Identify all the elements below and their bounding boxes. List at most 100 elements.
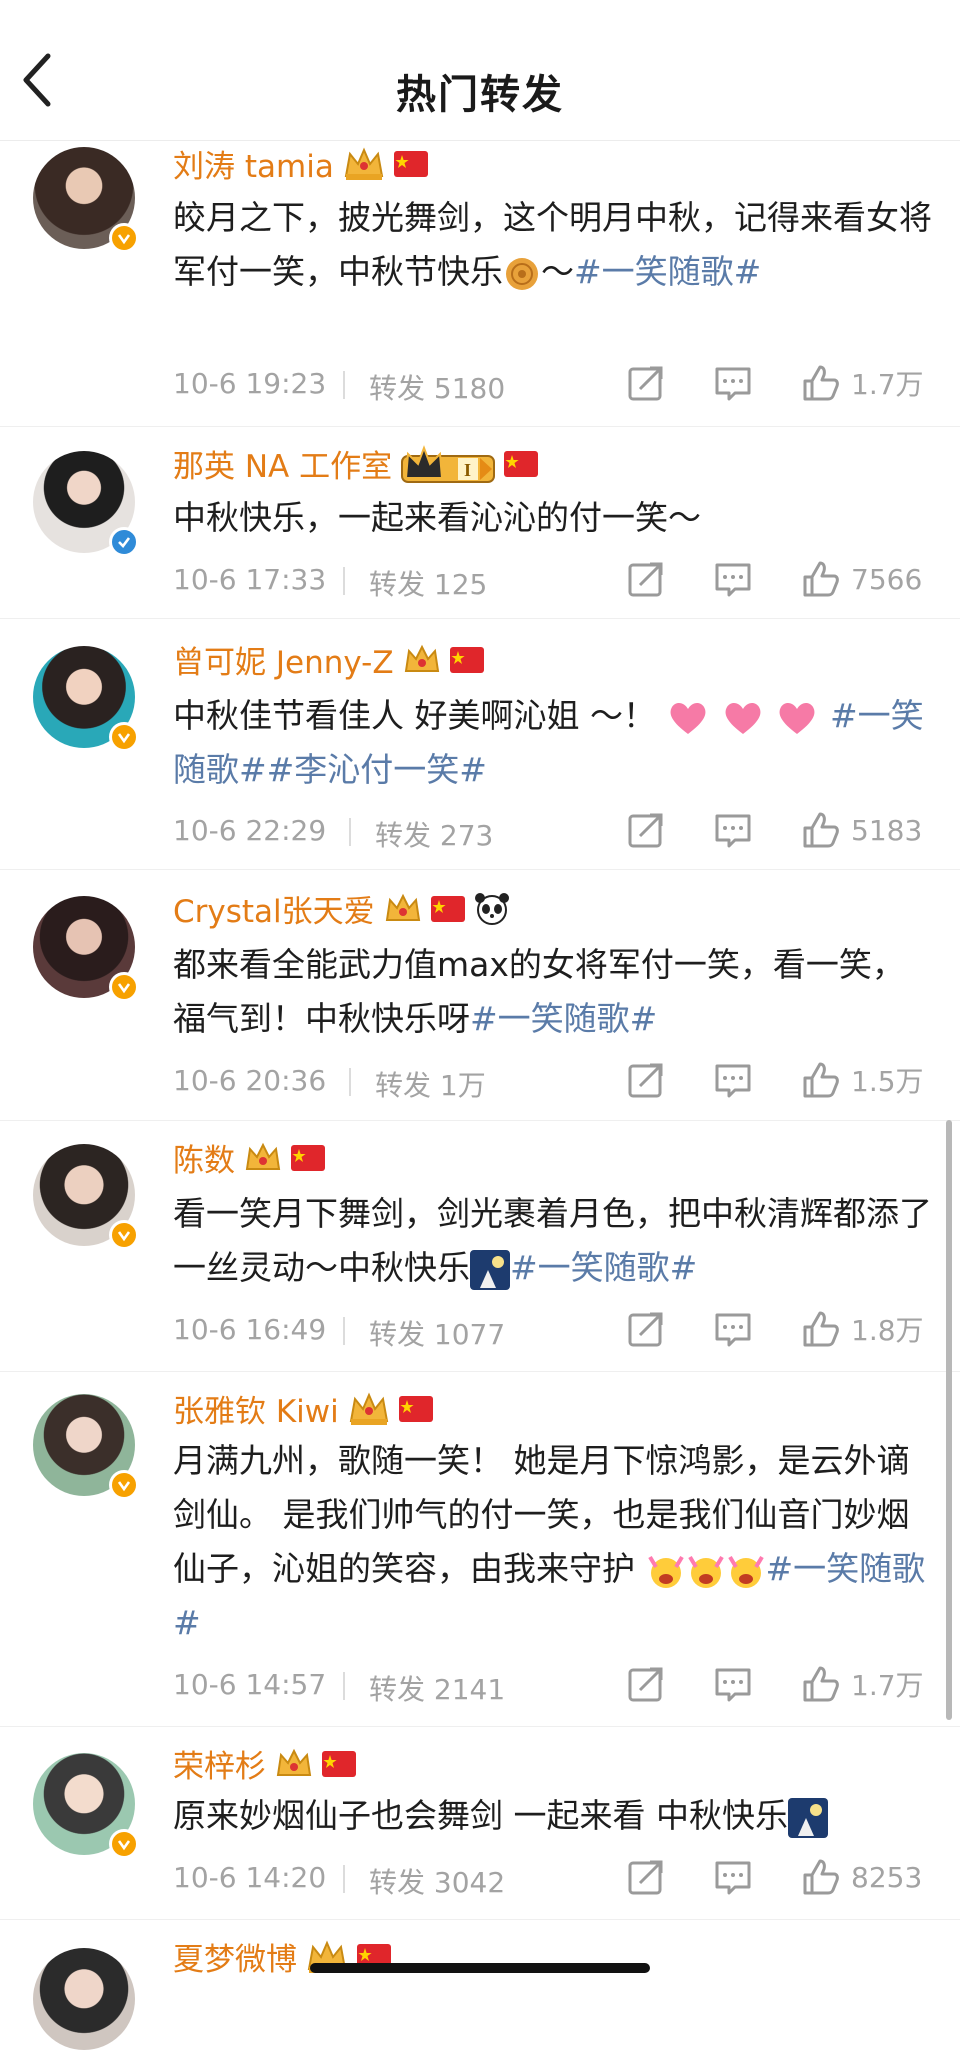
post-text: 原来妙烟仙子也会舞剑 一起来看 中秋快乐 xyxy=(173,1789,933,1843)
thumbs-up-icon xyxy=(803,561,839,597)
cheering-emoji-icon xyxy=(687,1555,724,1588)
username[interactable]: 曾可妮 Jenny-Z xyxy=(173,637,394,682)
avatar[interactable] xyxy=(33,1394,139,1500)
crown-badge-icon xyxy=(404,644,439,672)
post-meta: 10-6 20:36 转发 1万 1.5万 xyxy=(173,1058,933,1102)
hashtag-link[interactable]: #一笑随歌# xyxy=(510,1248,697,1287)
divider xyxy=(349,818,351,846)
avatar[interactable] xyxy=(33,646,139,752)
like-button[interactable]: 1.5万 xyxy=(801,1058,924,1102)
avatar[interactable] xyxy=(33,451,139,557)
repost-item[interactable]: 夏梦微博 xyxy=(0,1920,960,2050)
share-icon[interactable] xyxy=(626,1664,666,1704)
like-button[interactable]: 1.7万 xyxy=(801,1662,924,1706)
post-text: 皎月之下，披光舞剑，这个明月中秋，记得来看女将军付一笑，中秋节快乐 ～#一笑随歌# xyxy=(173,198,932,291)
hashtag-link[interactable]: #一笑随歌# xyxy=(574,252,761,291)
like-button[interactable]: 1.8万 xyxy=(801,1307,924,1351)
hashtag-link[interactable]: #一笑随歌# xyxy=(470,999,657,1038)
avatar[interactable] xyxy=(33,1144,139,1250)
verified-badge-icon xyxy=(109,1829,139,1859)
like-count: 1.5万 xyxy=(851,1065,924,1098)
like-button[interactable]: 7566 xyxy=(801,557,922,601)
china-flag-icon xyxy=(393,150,428,177)
share-icon[interactable] xyxy=(626,363,666,403)
crown-badge-icon xyxy=(245,1142,281,1170)
post-meta: 10-6 17:33 转发 125 7566 xyxy=(173,557,933,601)
home-indicator[interactable] xyxy=(310,1963,650,1973)
repost-item[interactable]: 曾可妮 Jenny-Z 中秋佳节看佳人 好美啊沁姐 ～！ #一笑随歌##李沁付一… xyxy=(0,619,960,870)
divider xyxy=(349,1068,351,1096)
like-button[interactable]: 1.7万 xyxy=(801,361,924,405)
repost-item[interactable]: 刘涛 tamia 皎月之下，披光舞剑，这个明月中秋，记得来看女将军付一笑，中秋节… xyxy=(0,141,960,427)
repost-item[interactable]: 那英 NA 工作室 I 中秋快乐，一起来看沁沁的付一笑～ 10-6 17:33 … xyxy=(0,427,960,619)
like-button[interactable]: 5183 xyxy=(801,808,922,852)
username[interactable]: 荣梓杉 xyxy=(173,1741,266,1786)
post-time: 10-6 17:33 xyxy=(173,563,327,596)
thumbs-up-icon xyxy=(803,812,839,848)
thumbs-up-icon xyxy=(803,1859,839,1895)
avatar[interactable] xyxy=(33,1753,139,1859)
username[interactable]: 张雅钦 Kiwi xyxy=(173,1386,339,1431)
comment-icon[interactable] xyxy=(713,559,753,599)
post-text: 中秋佳节看佳人 好美啊沁姐 ～！ #一笑随歌##李沁付一笑# xyxy=(173,696,924,789)
divider xyxy=(343,1672,345,1700)
avatar[interactable] xyxy=(33,147,139,253)
share-icon[interactable] xyxy=(626,1060,666,1100)
top-nav-bar: 热门转发 xyxy=(0,0,960,141)
avatar[interactable] xyxy=(33,1948,135,2050)
post-time: 10-6 14:57 xyxy=(173,1668,327,1701)
post-text: 中秋快乐，一起来看沁沁的付一笑～ xyxy=(173,498,701,537)
divider xyxy=(343,371,345,399)
share-icon[interactable] xyxy=(626,1309,666,1349)
cheering-emoji-icon xyxy=(727,1555,764,1588)
comment-icon[interactable] xyxy=(713,1857,753,1897)
verified-badge-icon xyxy=(109,527,139,557)
username[interactable]: 夏梦微博 xyxy=(173,1934,297,1979)
verified-badge-icon xyxy=(109,223,139,253)
post-meta: 10-6 14:57 转发 2141 1.7万 xyxy=(173,1662,933,1706)
repost-item[interactable]: 张雅钦 Kiwi 月满九州，歌随一笑！ 她是月下惊鸿影，是云外谪剑仙。 是我们帅… xyxy=(0,1372,960,1727)
comment-icon[interactable] xyxy=(713,810,753,850)
username[interactable]: 那英 NA 工作室 xyxy=(173,441,392,486)
post-time: 10-6 22:29 xyxy=(173,814,327,847)
share-icon[interactable] xyxy=(626,1857,666,1897)
repost-item[interactable]: 荣梓杉 原来妙烟仙子也会舞剑 一起来看 中秋快乐 10-6 14:20 转发 3… xyxy=(0,1727,960,1920)
share-icon[interactable] xyxy=(626,810,666,850)
comment-icon[interactable] xyxy=(713,1664,753,1704)
username[interactable]: 刘涛 tamia xyxy=(173,141,334,186)
avatar[interactable] xyxy=(33,896,139,1002)
divider xyxy=(343,1865,345,1893)
like-button[interactable]: 8253 xyxy=(801,1855,922,1899)
repost-item[interactable]: Crystal张天爱 都来看全能武力值max的女将军付一笑，看一笑，福气到！中秋… xyxy=(0,870,960,1121)
username[interactable]: 陈数 xyxy=(173,1135,235,1180)
heart-emoji-icon xyxy=(780,702,815,734)
heart-emoji-icon xyxy=(671,702,706,734)
repost-count: 转发 125 xyxy=(369,568,488,601)
repost-count: 转发 5180 xyxy=(369,372,506,405)
post-text: 看一笑月下舞剑，剑光裹着月色，把中秋清辉都添了一丝灵动～中秋快乐 #一笑随歌# xyxy=(173,1187,933,1295)
thumbs-up-icon xyxy=(803,1666,839,1702)
post-meta: 10-6 22:29 转发 273 5183 xyxy=(173,808,933,852)
china-flag-icon xyxy=(398,1395,433,1422)
crown-badge-icon xyxy=(344,146,384,180)
china-flag-icon xyxy=(291,1144,325,1171)
like-count: 1.7万 xyxy=(851,1669,924,1702)
comment-icon[interactable] xyxy=(713,1309,753,1349)
comment-icon[interactable] xyxy=(713,363,753,403)
thumbs-up-icon xyxy=(803,1311,839,1347)
username[interactable]: Crystal张天爱 xyxy=(173,886,375,931)
scrollbar[interactable] xyxy=(946,1120,952,1720)
comment-icon[interactable] xyxy=(713,1060,753,1100)
verified-badge-icon xyxy=(109,722,139,752)
crown-badge-icon xyxy=(276,1748,312,1776)
post-meta: 10-6 14:20 转发 3042 8253 xyxy=(173,1855,933,1899)
china-flag-icon xyxy=(449,646,484,673)
repost-item[interactable]: 陈数 看一笑月下舞剑，剑光裹着月色，把中秋清辉都添了一丝灵动～中秋快乐 #一笑随歌… xyxy=(0,1121,960,1372)
post-time: 10-6 16:49 xyxy=(173,1313,327,1346)
post-time: 10-6 19:23 xyxy=(173,367,327,400)
post-time: 10-6 20:36 xyxy=(173,1064,327,1097)
share-icon[interactable] xyxy=(626,559,666,599)
thumbs-up-icon xyxy=(803,365,839,401)
like-count: 1.7万 xyxy=(851,368,924,401)
moon-festival-emoji-icon xyxy=(787,1797,828,1838)
